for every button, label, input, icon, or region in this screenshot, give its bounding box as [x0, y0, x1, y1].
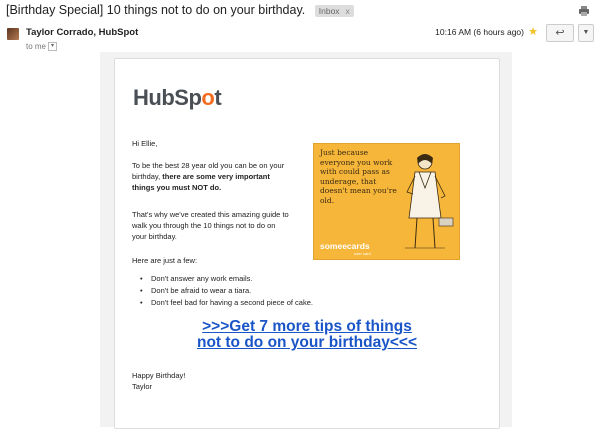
- someecards-brand: someecards: [320, 241, 370, 251]
- reply-button[interactable]: ↩: [546, 24, 574, 42]
- reply-icon: ↩: [555, 27, 565, 39]
- more-tips-link[interactable]: >>>Get 7 more tips of things not to do o…: [115, 319, 499, 351]
- inbox-label-text: Inbox: [318, 5, 340, 16]
- list-item: Don't feel bad for having a second piece…: [140, 297, 313, 309]
- someecards-image: Just because everyone you work with coul…: [313, 143, 460, 260]
- guide-paragraph: That's why we've created this amazing gu…: [132, 210, 289, 241]
- subject-text: [Birthday Special] 10 things not to do o…: [6, 3, 306, 17]
- signoff-line: Happy Birthday!: [132, 371, 186, 380]
- chevron-down-icon: ▼: [582, 29, 590, 36]
- remove-label-icon[interactable]: x: [346, 6, 350, 16]
- cta-line-1: >>>Get 7 more tips of things: [202, 318, 412, 335]
- cta-line-2: not to do on your birthday<<<: [196, 334, 418, 351]
- few-tips-heading: Here are just a few:: [132, 256, 198, 265]
- sender-name[interactable]: Taylor Corrado, HubSpot: [26, 27, 138, 38]
- list-item: Don't answer any work emails.: [140, 273, 313, 285]
- list-item: Don't be afraid to wear a tiara.: [140, 285, 313, 297]
- signoff: Happy Birthday! Taylor: [132, 370, 185, 392]
- message-time: 10:16 AM (6 hours ago): [435, 27, 524, 37]
- hubspot-logo: HubSpot: [133, 85, 222, 110]
- sender-avatar: [7, 28, 19, 40]
- recipient-text: to me: [26, 42, 47, 51]
- ecard-tagline: user card: [354, 251, 371, 256]
- subject-bar: [Birthday Special] 10 things not to do o…: [0, 0, 600, 22]
- email-card: HubSpot Hi Ellie, To be the best 28 year…: [114, 58, 500, 429]
- details-dropdown-icon[interactable]: ▾: [48, 42, 58, 52]
- more-actions-button[interactable]: ▼: [578, 24, 594, 42]
- inbox-label[interactable]: Inbox x: [314, 4, 354, 17]
- print-icon[interactable]: [578, 5, 590, 17]
- email-subject: [Birthday Special] 10 things not to do o…: [6, 3, 354, 17]
- tips-list: Don't answer any work emails. Don't be a…: [140, 273, 313, 309]
- recipient-line: to me ▾: [26, 42, 58, 52]
- ecard-illustration: [405, 154, 454, 249]
- intro-paragraph: To be the best 28 year old you can be on…: [132, 161, 285, 192]
- star-icon[interactable]: ★: [528, 25, 538, 38]
- ecard-caption: Just because everyone you work with coul…: [320, 148, 397, 205]
- greeting: Hi Ellie,: [132, 139, 158, 148]
- signature-name: Taylor: [132, 382, 153, 391]
